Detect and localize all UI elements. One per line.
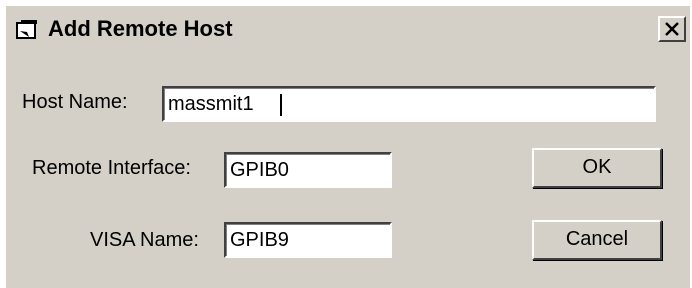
cancel-button[interactable]: Cancel [532,220,662,260]
close-icon [665,22,679,36]
remote-interface-label: Remote Interface: [32,157,191,179]
text-cursor [280,94,282,116]
window-icon [16,19,40,41]
window-title: Add Remote Host [48,16,233,41]
remote-interface-input[interactable] [224,152,392,188]
host-name-label: Host Name: [22,91,128,113]
ok-button[interactable]: OK [532,148,662,188]
visa-name-label: VISA Name: [90,229,199,251]
add-remote-host-dialog: Add Remote Host Host Name: Remote Interf… [6,6,690,288]
close-button[interactable] [658,16,686,42]
visa-name-input[interactable] [224,222,392,258]
title-bar[interactable]: Add Remote Host [6,6,690,52]
host-name-input[interactable] [162,86,656,122]
